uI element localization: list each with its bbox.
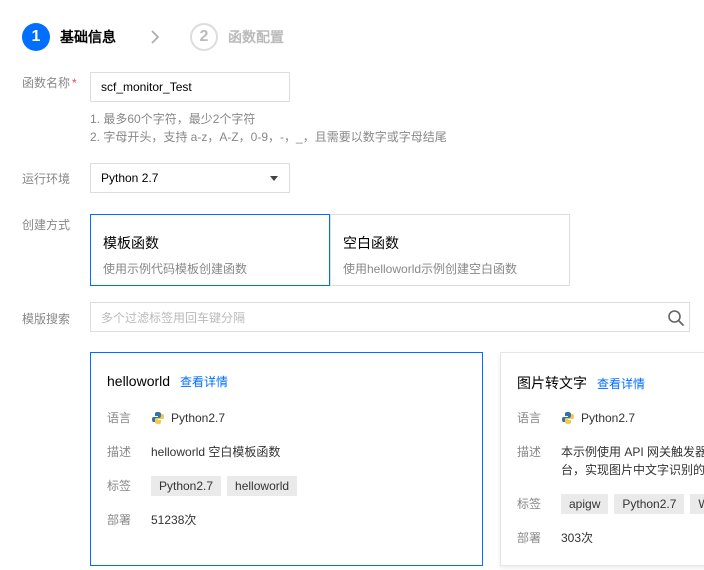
mode-option-blank[interactable]: 空白函数 使用helloworld示例创建空白函数: [330, 214, 570, 286]
step-basic-info[interactable]: 1 基础信息: [22, 23, 116, 51]
step-label: 基础信息: [60, 29, 116, 45]
view-details-link[interactable]: 查看详情: [180, 373, 228, 390]
template-language-row: 语言 Python2.7: [517, 411, 636, 425]
caret-down-icon: [270, 176, 278, 181]
python-icon: [562, 412, 574, 424]
chevron-right-icon: [151, 30, 160, 44]
runtime-select[interactable]: Python 2.7: [90, 163, 290, 193]
mode-title: 空白函数: [343, 235, 399, 251]
template-tags-row: 标签 Python2.7 helloworld: [107, 476, 303, 496]
view-details-link[interactable]: 查看详情: [597, 375, 645, 392]
step-label: 函数配置: [228, 29, 284, 45]
tag: W: [690, 494, 704, 514]
template-card-helloworld[interactable]: helloworld 查看详情 语言 Python2.7 描述 hellowor…: [90, 352, 483, 566]
function-name-input[interactable]: scf_monitor_Test: [90, 72, 290, 102]
mode-option-template[interactable]: 模板函数 使用示例代码模板创建函数: [90, 214, 330, 286]
template-deploys-row: 部署 303次: [517, 531, 594, 545]
template-search-input[interactable]: 多个过滤标签用回车键分隔: [90, 302, 690, 332]
python-icon: [152, 412, 164, 424]
create-mode-label: 创建方式: [22, 218, 71, 232]
template-desc-row: 描述 本示例使用 API 网关触发器 台，实现图片中文字识别的: [517, 445, 704, 477]
runtime-label: 运行环境: [22, 172, 71, 186]
function-name-label: 函数名称 *: [22, 76, 77, 90]
tag: apigw: [561, 494, 609, 514]
steps-bar: 1 基础信息 2 函数配置: [22, 23, 284, 51]
step-number: 2: [190, 23, 218, 51]
template-search-label: 模版搜索: [22, 312, 71, 326]
tag: helloworld: [227, 476, 298, 496]
tag: Python2.7: [151, 476, 222, 496]
template-card-image-to-text[interactable]: 图片转文字 查看详情 语言 Python2.7 描述 本示例使用 API 网关触…: [500, 352, 704, 566]
mode-title: 模板函数: [103, 235, 159, 251]
template-name: 图片转文字: [517, 375, 587, 391]
search-icon[interactable]: [667, 309, 685, 327]
step-function-config[interactable]: 2 函数配置: [190, 23, 284, 51]
required-mark: *: [72, 76, 77, 90]
mode-desc: 使用示例代码模板创建函数: [103, 262, 248, 276]
function-name-hint: 1. 最多60个字符，最少2个字符 2. 字母开头，支持 a-z，A-Z，0-9…: [90, 112, 447, 144]
template-name: helloworld: [107, 373, 171, 389]
template-language-row: 语言 Python2.7: [107, 411, 226, 425]
template-deploys-row: 部署 51238次: [107, 513, 197, 527]
search-placeholder: 多个过滤标签用回车键分隔: [101, 310, 246, 325]
tag: Python2.7: [614, 494, 685, 514]
template-tags-row: 标签 apigw Python2.7 W: [517, 494, 704, 514]
step-number: 1: [22, 23, 50, 51]
mode-desc: 使用helloworld示例创建空白函数: [343, 262, 518, 276]
template-desc-row: 描述 helloworld 空白模板函数: [107, 445, 281, 459]
